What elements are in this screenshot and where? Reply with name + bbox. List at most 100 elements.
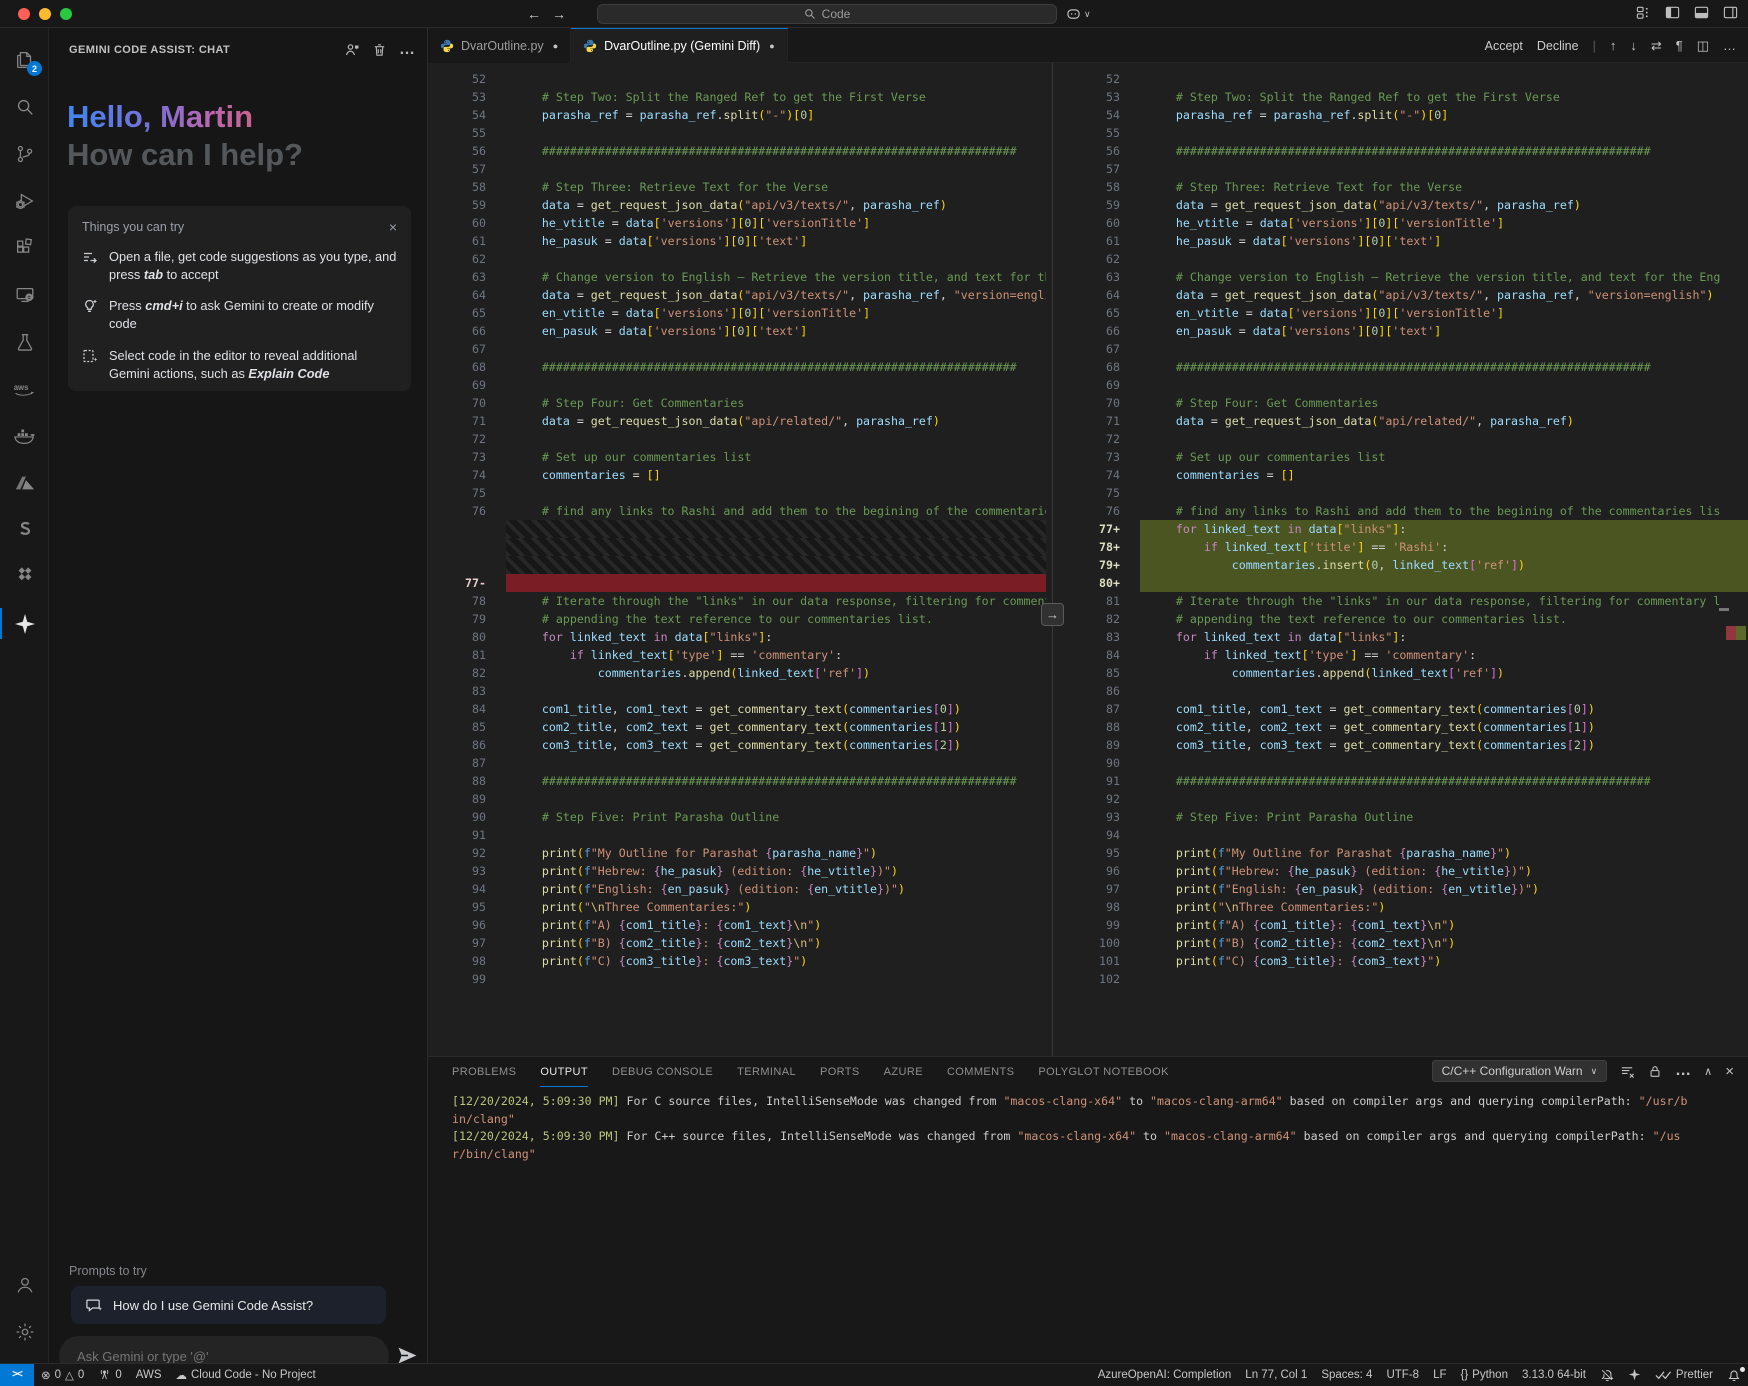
explorer-icon[interactable]: 2 [0, 36, 49, 83]
code-line[interactable]: 95 print("\nThree Commentaries:") [428, 898, 1046, 916]
code-line[interactable] [428, 556, 1046, 574]
polyglot-icon[interactable] [0, 553, 49, 600]
panel-tab-debug-console[interactable]: DEBUG CONSOLE [612, 1057, 713, 1087]
code-line[interactable]: 102 [1062, 970, 1748, 988]
aws-status[interactable]: AWS [129, 1364, 169, 1386]
source-control-icon[interactable] [0, 130, 49, 177]
code-line[interactable]: 74 commentaries = [] [1062, 466, 1748, 484]
docker-icon[interactable] [0, 412, 49, 459]
aws-icon[interactable]: aws [0, 365, 49, 412]
code-line[interactable]: 65 en_vtitle = data['versions'][0]['vers… [428, 304, 1046, 322]
code-line[interactable]: 71 data = get_request_json_data("api/rel… [1062, 412, 1748, 430]
settings-gear-icon[interactable] [0, 1308, 49, 1355]
code-line[interactable]: 92 [1062, 790, 1748, 808]
code-line[interactable]: 88 com2_title, com2_text = get_commentar… [1062, 718, 1748, 736]
panel-tab-comments[interactable]: COMMENTS [947, 1057, 1014, 1087]
code-line[interactable]: 72 [428, 430, 1046, 448]
gemini-input[interactable] [75, 1348, 373, 1365]
panel-tab-ports[interactable]: PORTS [820, 1057, 860, 1087]
notifications-bell-icon[interactable] [1720, 1364, 1748, 1386]
code-line[interactable]: 84 if linked_text['type'] == 'commentary… [1062, 646, 1748, 664]
nav-forward-icon[interactable]: → [549, 0, 569, 28]
code-line[interactable]: 64 data = get_request_json_data("api/v3/… [428, 286, 1046, 304]
clear-output-icon[interactable] [1620, 1064, 1635, 1079]
code-line[interactable]: 98 print("\nThree Commentaries:") [1062, 898, 1748, 916]
code-line[interactable]: 68 #####################################… [1062, 358, 1748, 376]
more-actions-icon[interactable]: … [399, 41, 415, 59]
code-line[interactable]: 83 [428, 682, 1046, 700]
code-line[interactable]: 57 [1062, 160, 1748, 178]
code-line[interactable]: 68 #####################################… [428, 358, 1046, 376]
code-line[interactable]: 77+ for linked_text in data["links"]: [1062, 520, 1748, 538]
diff-pane-original[interactable]: 5253 # Step Two: Split the Ranged Ref to… [428, 63, 1046, 1056]
code-line[interactable]: 53 # Step Two: Split the Ranged Ref to g… [1062, 88, 1748, 106]
customize-layout-icon[interactable] [1636, 5, 1651, 20]
toggle-panel-icon[interactable] [1694, 5, 1709, 20]
code-line[interactable]: 54 parasha_ref = parasha_ref.split("-")[… [1062, 106, 1748, 124]
code-line[interactable]: 59 data = get_request_json_data("api/v3/… [1062, 196, 1748, 214]
code-line[interactable]: 89 com3_title, com3_text = get_commentar… [1062, 736, 1748, 754]
python-version-status[interactable]: 3.13.0 64-bit [1515, 1364, 1593, 1386]
code-line[interactable]: 101 print(f"C) {com3_title}: {com3_text}… [1062, 952, 1748, 970]
close-window-button[interactable] [18, 8, 30, 20]
language-mode[interactable]: {} Python [1453, 1364, 1515, 1386]
code-line[interactable]: 71 data = get_request_json_data("api/rel… [428, 412, 1046, 430]
tab-dvaroutline-diff[interactable]: DvarOutline.py (Gemini Diff) ● [571, 28, 788, 63]
code-line[interactable]: 91 #####################################… [1062, 772, 1748, 790]
code-line[interactable]: 90 [1062, 754, 1748, 772]
extensions-icon[interactable] [0, 224, 49, 271]
code-line[interactable]: 86 com3_title, com3_text = get_commentar… [428, 736, 1046, 754]
panel-tab-output[interactable]: OUTPUT [540, 1057, 588, 1087]
trash-icon[interactable] [372, 42, 387, 58]
prompt-suggestion-chip[interactable]: How do I use Gemini Code Assist? [71, 1286, 386, 1324]
search-sidebar-icon[interactable] [0, 83, 49, 130]
prettier-status[interactable]: Prettier [1648, 1364, 1720, 1386]
code-line[interactable]: 52 [1062, 70, 1748, 88]
remote-explorer-icon[interactable] [0, 271, 49, 318]
code-line[interactable]: 80 for linked_text in data["links"]: [428, 628, 1046, 646]
code-line[interactable]: 92 print(f"My Outline for Parashat {para… [428, 844, 1046, 862]
accept-button[interactable]: Accept [1485, 39, 1523, 53]
previous-change-icon[interactable]: ↑ [1610, 38, 1617, 53]
code-line[interactable]: 99 [428, 970, 1046, 988]
code-line[interactable]: 100 print(f"B) {com2_title}: {com2_text}… [1062, 934, 1748, 952]
code-line[interactable]: 75 [1062, 484, 1748, 502]
minimize-window-button[interactable] [39, 8, 51, 20]
code-line[interactable]: 83 for linked_text in data["links"]: [1062, 628, 1748, 646]
dirty-dot-icon[interactable]: ● [769, 41, 774, 51]
code-line[interactable]: 87 [428, 754, 1046, 772]
toggle-sidebar-icon[interactable] [1665, 5, 1680, 20]
zoom-window-button[interactable] [60, 8, 72, 20]
code-line[interactable]: 76 # find any links to Rashi and add the… [428, 502, 1046, 520]
code-line[interactable]: 62 [1062, 250, 1748, 268]
code-line[interactable]: 93 print(f"Hebrew: {he_pasuk} (edition: … [428, 862, 1046, 880]
code-line[interactable]: 96 print(f"A) {com1_title}: {com1_text}\… [428, 916, 1046, 934]
more-actions-icon[interactable]: … [1723, 38, 1736, 53]
code-line[interactable]: 84 com1_title, com1_text = get_commentar… [428, 700, 1046, 718]
code-line[interactable]: 63 # Change version to English – Retriev… [1062, 268, 1748, 286]
gemini-sparkle-icon[interactable] [0, 600, 49, 647]
code-line[interactable]: 55 [1062, 124, 1748, 142]
code-line[interactable]: 74 commentaries = [] [428, 466, 1046, 484]
run-debug-icon[interactable] [0, 177, 49, 224]
code-line[interactable]: 80+ [1062, 574, 1748, 592]
code-line[interactable]: 93 # Step Five: Print Parasha Outline [1062, 808, 1748, 826]
code-line[interactable]: 62 [428, 250, 1046, 268]
code-line[interactable]: 65 en_vtitle = data['versions'][0]['vers… [1062, 304, 1748, 322]
cloud-code-status[interactable]: ☁ Cloud Code - No Project [169, 1364, 323, 1386]
split-sash[interactable] [1052, 63, 1053, 1056]
output-log[interactable]: [12/20/2024, 5:09:30 PM] For C source fi… [452, 1093, 1688, 1359]
code-line[interactable]: 58 # Step Three: Retrieve Text for the V… [428, 178, 1046, 196]
code-line[interactable]: 69 [1062, 376, 1748, 394]
code-line[interactable]: 58 # Step Three: Retrieve Text for the V… [1062, 178, 1748, 196]
more-actions-icon[interactable]: … [1675, 1062, 1691, 1080]
code-line[interactable]: 55 [428, 124, 1046, 142]
code-line[interactable]: 52 [428, 70, 1046, 88]
code-line[interactable]: 70 # Step Four: Get Commentaries [428, 394, 1046, 412]
problems-status[interactable]: ⊗ 0 △ 0 [34, 1364, 91, 1386]
code-line[interactable]: 96 print(f"Hebrew: {he_pasuk} (edition: … [1062, 862, 1748, 880]
panel-tab-problems[interactable]: PROBLEMS [452, 1057, 516, 1087]
code-line[interactable]: 61 he_pasuk = data['versions'][0]['text'… [1062, 232, 1748, 250]
code-line[interactable]: 60 he_vtitle = data['versions'][0]['vers… [428, 214, 1046, 232]
panel-tab-terminal[interactable]: TERMINAL [737, 1057, 796, 1087]
